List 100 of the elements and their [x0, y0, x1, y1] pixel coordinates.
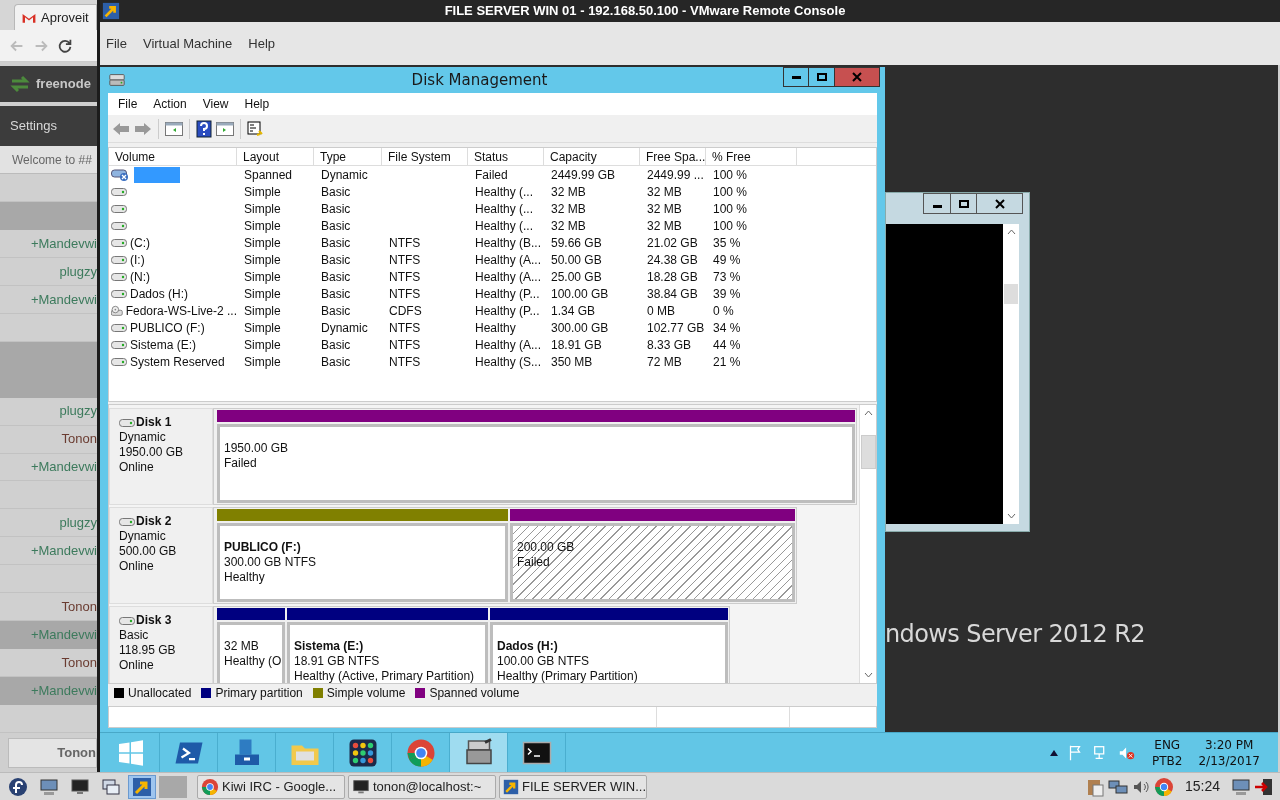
drive-label[interactable]: System Reserved	[109, 352, 237, 371]
close-icon[interactable]	[994, 198, 1005, 209]
minimize-button[interactable]	[923, 193, 951, 214]
task-button[interactable]: tonon@localhost:~	[348, 774, 496, 799]
back-icon[interactable]	[112, 121, 130, 136]
chrome-icon[interactable]	[405, 737, 436, 768]
table-cell-text: 50.00 GB	[551, 251, 602, 269]
column-header[interactable]: Free Spa...	[640, 148, 706, 165]
menu-item[interactable]: Help	[244, 95, 270, 113]
table-cell-text: NTFS	[389, 319, 421, 337]
disk-status: Online	[119, 658, 155, 673]
panel-icon[interactable]	[165, 121, 183, 136]
column-header[interactable]: File System	[382, 148, 468, 165]
chrome-icon[interactable]	[201, 777, 219, 796]
browser-tab[interactable]: Aproveit	[14, 4, 97, 30]
menu-item[interactable]: File	[106, 33, 127, 54]
drive-icon	[119, 615, 135, 626]
table-cell-text: 72 MB	[647, 353, 682, 371]
table-cell-text: 300.00 GB	[551, 319, 609, 337]
taskbar-app-button[interactable]	[450, 733, 508, 772]
partition-name: PUBLICO (F:)	[224, 540, 302, 555]
disk-name: Disk 1	[136, 415, 172, 430]
drive-label[interactable]: Dados (H:)	[109, 284, 237, 303]
window-title: Disk Management	[410, 69, 549, 91]
drive-label[interactable]: PUBLICO (F:)	[109, 318, 237, 337]
arrows-app-icon[interactable]	[503, 777, 519, 796]
disk-label-panel[interactable]: Disk 1 Dynamic 1950.00 GB Online	[109, 408, 213, 505]
task-button[interactable]: Kiwi IRC - Google...	[197, 774, 345, 799]
table-cell-text: 32 MB	[647, 183, 682, 201]
maximize-button[interactable]	[951, 193, 977, 214]
table-cell-text: 73 %	[713, 268, 741, 286]
menu-item[interactable]: File	[118, 95, 138, 113]
scroll-thumb[interactable]	[860, 435, 876, 469]
drive-label[interactable]: Fedora-WS-Live-2 ...	[109, 301, 237, 320]
disk-label-panel[interactable]: Disk 3 Basic 118.95 GB Online	[109, 606, 213, 683]
drive-label[interactable]: (N:)	[109, 267, 237, 286]
disc-drive-icon	[111, 303, 123, 318]
keyboard-layout[interactable]: PTB2	[1152, 752, 1183, 769]
close-button[interactable]	[977, 193, 1023, 214]
show-hidden-icons-icon[interactable]	[1050, 749, 1059, 756]
drive-label[interactable]: (C:)	[109, 233, 237, 252]
table-cell-text: 35 %	[713, 234, 741, 252]
settings-item[interactable]: Settings	[0, 106, 97, 146]
nick-name[interactable]: Tonon	[61, 429, 97, 449]
scroll-down-icon[interactable]	[863, 672, 873, 678]
nick-name[interactable]: Tonon	[61, 652, 97, 673]
swap-arrows-icon	[10, 74, 30, 94]
monitor-icon[interactable]	[352, 777, 370, 796]
minimize-button[interactable]	[783, 67, 809, 87]
table-cell-text: Healthy	[475, 319, 516, 337]
clock-date[interactable]: 2/13/2017	[1198, 752, 1260, 769]
clock[interactable]: 15:24	[1184, 776, 1220, 797]
table-cell-text: 39 %	[713, 285, 741, 303]
column-header[interactable]: Capacity	[544, 148, 640, 165]
scroll-thumb[interactable]	[1004, 284, 1018, 304]
scroll-down-icon[interactable]	[1006, 513, 1016, 519]
drive-icon	[111, 339, 127, 350]
column-header[interactable]: Type	[314, 148, 382, 165]
column-header[interactable]: Volume	[109, 148, 237, 165]
drive-label[interactable]: Sistema (E:)	[109, 335, 237, 354]
app-grid-icon[interactable]	[347, 737, 378, 768]
column-header[interactable]: % Free	[706, 148, 797, 165]
drive-label[interactable]: (I:)	[109, 250, 237, 269]
help-icon[interactable]	[196, 119, 212, 138]
table-cell-text: Basic	[321, 200, 351, 218]
partition-name: Dados (H:)	[497, 639, 559, 654]
chrome-icon[interactable]	[1153, 776, 1174, 797]
scrollbar[interactable]	[859, 405, 876, 683]
table-cell-text: 44 %	[713, 336, 741, 354]
menu-item[interactable]: View	[202, 95, 229, 113]
clock-time[interactable]: 3:20 PM	[1205, 736, 1254, 753]
drive-icon	[119, 516, 135, 527]
scroll-up-icon[interactable]	[863, 410, 873, 416]
computer-icon[interactable]	[1231, 776, 1251, 797]
scroll-up-icon[interactable]	[1006, 229, 1016, 235]
table-cell-text: 32 MB	[551, 217, 586, 235]
forward-icon[interactable]	[134, 121, 152, 136]
column-header[interactable]: Layout	[237, 148, 314, 165]
language-indicator[interactable]: ENG	[1154, 736, 1181, 753]
menu-item[interactable]: Virtual Machine	[142, 33, 233, 54]
wizard-icon[interactable]	[247, 120, 263, 137]
table-cell-text: 38.84 GB	[647, 285, 698, 303]
table-cell-text: Healthy (A...	[475, 251, 542, 269]
task-button[interactable]: FILE SERVER WIN...	[499, 774, 647, 799]
column-header[interactable]: Status	[468, 148, 544, 165]
disk-label-panel[interactable]: Disk 2 Dynamic 500.00 GB Online	[109, 507, 213, 604]
table-cell-text: Basic	[321, 353, 351, 371]
table-cell-text: Simple	[244, 251, 281, 269]
server-item[interactable]: freenode	[0, 66, 97, 102]
disk-type: Basic	[119, 628, 150, 643]
disk-size: 1950.00 GB	[119, 445, 185, 460]
scrollbar[interactable]	[1003, 224, 1019, 524]
table-cell-text: Healthy (A...	[475, 268, 542, 286]
menu-item[interactable]: Action	[153, 95, 187, 113]
nick-name[interactable]: Tonon	[61, 597, 97, 617]
panel-icon[interactable]	[216, 121, 234, 136]
menu-item[interactable]: Help	[248, 33, 276, 54]
exit-icon[interactable]	[1254, 776, 1274, 797]
arrows-app-icon[interactable]	[102, 2, 120, 20]
nick-button[interactable]: Tonon	[8, 737, 97, 768]
